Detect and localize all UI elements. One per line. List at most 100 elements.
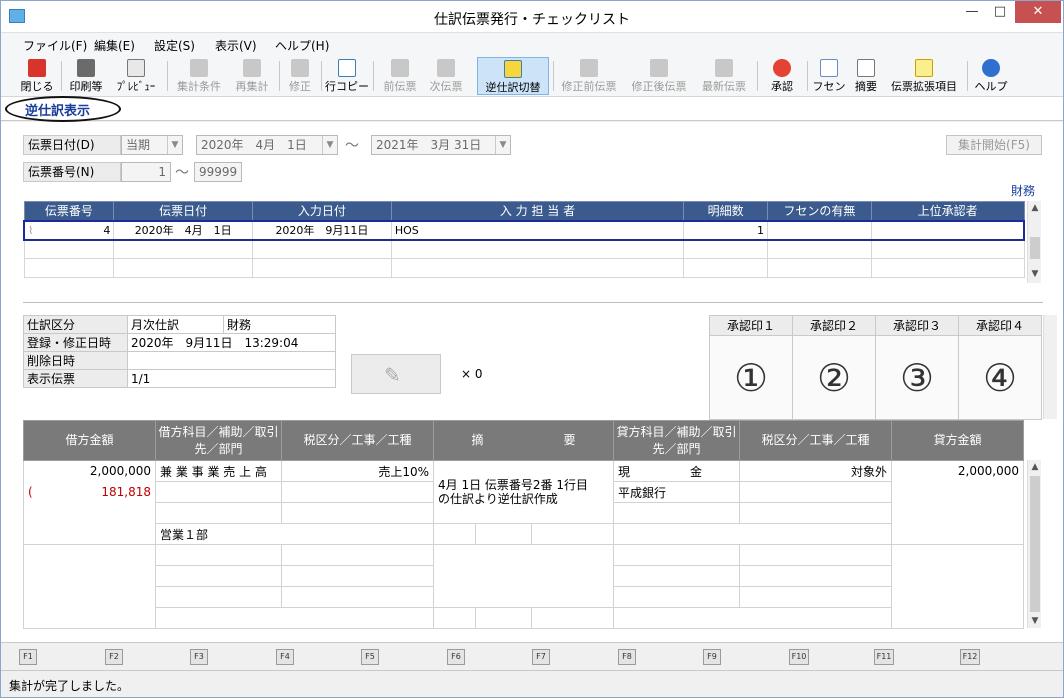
edit-button[interactable]: 修正: [283, 57, 317, 95]
stamp-slot-4[interactable]: ④: [958, 335, 1042, 420]
debit-account-header: 借方科目／補助／取引先／部門: [155, 420, 282, 461]
journal-row[interactable]: 2,000,000 兼 業 事 業 売 上 高 売上10% 4月 1日 伝票番号…: [23, 460, 1024, 524]
app-window: 仕訳伝票発行・チェックリスト — □ ✕ ファイル(F) 編集(E) 設定(S)…: [0, 0, 1064, 698]
clock-doc-icon: [650, 59, 668, 77]
table-row[interactable]: ⌇ 4 2020年 4月 1日 2020年 9月11日 HOS 1: [23, 219, 1025, 241]
summary-button[interactable]: 摘要: [849, 57, 883, 95]
credit-account-header: 貸方科目／補助／取引先／部門: [613, 420, 740, 461]
f9-key[interactable]: F9: [703, 649, 721, 665]
maximize-button[interactable]: □: [985, 1, 1015, 23]
column-header: 入 力 担 当 者: [390, 201, 685, 221]
toolbar-separator: [321, 61, 322, 91]
scroll-thumb[interactable]: [1030, 237, 1040, 259]
divider: [23, 302, 1043, 303]
close-icon: [28, 59, 46, 77]
reaggregate-button[interactable]: 再集計: [229, 57, 275, 95]
f11-key[interactable]: F11: [874, 649, 894, 665]
f2-key[interactable]: F2: [105, 649, 123, 665]
journal-table: 借方金額 借方科目／補助／取引先／部門 税区分／工事／工種 摘要 貸方科目／補助…: [23, 420, 1024, 629]
journal-row[interactable]: [23, 607, 1024, 629]
menu-file[interactable]: ファイル(F): [23, 37, 87, 54]
minimize-button[interactable]: —: [957, 1, 987, 23]
toolbar-separator: [967, 61, 968, 91]
scroll-down-icon[interactable]: ▼: [1028, 267, 1042, 281]
f3-key[interactable]: F3: [190, 649, 208, 665]
period-select[interactable]: 当期 ▼: [121, 135, 183, 155]
tab-reverse-entry[interactable]: 逆仕訳表示: [25, 100, 90, 119]
column-header: 上位承認者: [870, 201, 1025, 221]
menu-bar: ファイル(F) 編集(E) 設定(S) 表示(V) ヘルプ(H): [1, 33, 1063, 55]
number-from-field[interactable]: 1: [121, 162, 171, 182]
aggregate-condition-button[interactable]: 集計条件: [171, 57, 227, 95]
clock-doc-icon: [715, 59, 733, 77]
debit-amount-header: 借方金額: [23, 420, 156, 461]
journal-scrollbar[interactable]: ▲ ▼: [1027, 460, 1041, 628]
after-edit-slip-button[interactable]: 修正後伝票: [627, 57, 691, 95]
table-row[interactable]: [23, 258, 1025, 278]
list-scrollbar[interactable]: ▲ ▼: [1027, 201, 1041, 283]
f1-key[interactable]: F1: [19, 649, 37, 665]
stamp-scrollbar[interactable]: [1043, 315, 1057, 419]
menu-edit[interactable]: 編集(E): [94, 37, 135, 54]
speech-bubble-icon: [857, 59, 875, 77]
slip-number-label: 伝票番号(N): [23, 162, 121, 182]
journal-row[interactable]: [23, 586, 1024, 608]
f8-key[interactable]: F8: [618, 649, 636, 665]
menu-help[interactable]: ヘルプ(H): [275, 37, 329, 54]
table-row[interactable]: [23, 239, 1025, 259]
date-from-field[interactable]: 2020年 4月 1日 ▼: [196, 135, 338, 155]
input-person-cell: HOS: [390, 219, 685, 241]
f5-key[interactable]: F5: [361, 649, 379, 665]
help-button[interactable]: ヘルプ: [973, 57, 1009, 95]
before-edit-slip-button[interactable]: 修正前伝票: [557, 57, 621, 95]
f4-key[interactable]: F4: [276, 649, 294, 665]
stamp-slot-2[interactable]: ②: [792, 335, 876, 420]
entry-dept-value: 財務: [223, 315, 336, 334]
start-aggregate-button[interactable]: 集計開始(F5): [946, 135, 1042, 155]
number-to-field[interactable]: 99999: [194, 162, 242, 182]
toolbar: 閉じる 印刷等 ﾌﾟﾚﾋﾞｭｰ 集計条件 再集計 修正 行コピー 前伝票 次伝票…: [1, 55, 1063, 97]
f12-key[interactable]: F12: [960, 649, 980, 665]
scroll-down-icon[interactable]: ▼: [1028, 614, 1042, 628]
detail-count-cell: 1: [683, 219, 769, 241]
scroll-thumb[interactable]: [1030, 476, 1040, 612]
menu-view[interactable]: 表示(V): [215, 37, 257, 54]
dept-link[interactable]: 財務: [1011, 182, 1035, 199]
preview-button[interactable]: ﾌﾟﾚﾋﾞｭｰ: [111, 57, 161, 95]
tab-bar: 逆仕訳表示: [1, 96, 1063, 122]
prev-slip-button[interactable]: 前伝票: [379, 57, 421, 95]
slip-extension-button[interactable]: 伝票拡張項目: [887, 57, 961, 95]
latest-slip-button[interactable]: 最新伝票: [697, 57, 751, 95]
stamp-slot-3[interactable]: ③: [875, 335, 959, 420]
stamp-slot-1[interactable]: ①: [709, 335, 793, 420]
f7-key[interactable]: F7: [532, 649, 550, 665]
date-to-field[interactable]: 2021年 3月 31日 ▼: [371, 135, 511, 155]
slip-date-label: 伝票日付(D): [23, 135, 121, 155]
reverse-entry-switch-button[interactable]: 逆仕訳切替: [477, 57, 549, 95]
close-button[interactable]: 閉じる: [17, 57, 57, 95]
approval-stamps: 承認印１ 承認印２ 承認印３ 承認印４ ① ② ③ ④: [709, 315, 1042, 420]
fusen-button[interactable]: フセン: [811, 57, 847, 95]
row-copy-button[interactable]: 行コピー: [325, 57, 369, 95]
column-header: 入力日付: [252, 201, 392, 221]
attachment-button[interactable]: ✎: [351, 354, 441, 394]
close-window-button[interactable]: ✕: [1015, 1, 1061, 23]
menu-settings[interactable]: 設定(S): [154, 37, 195, 54]
debit-tax-amount-cell: (181,818: [23, 481, 156, 503]
entry-type-label: 仕訳区分: [23, 315, 128, 334]
print-button[interactable]: 印刷等: [65, 57, 107, 95]
toolbar-separator: [61, 61, 62, 91]
f10-key[interactable]: F10: [789, 649, 809, 665]
journal-row[interactable]: [23, 565, 1024, 587]
f6-key[interactable]: F6: [447, 649, 465, 665]
journal-row[interactable]: [23, 544, 1024, 566]
next-slip-button[interactable]: 次伝票: [425, 57, 467, 95]
debit-tax-class-cell: 売上10%: [281, 460, 434, 482]
toolbar-separator: [373, 61, 374, 91]
approve-button[interactable]: 承認: [761, 57, 803, 95]
scroll-up-icon[interactable]: ▲: [1028, 201, 1042, 215]
main-content: 伝票日付(D) 当期 ▼ 2020年 4月 1日 ▼ ～ 2021年 3月 31日 ▼…: [1, 122, 1063, 642]
journal-row[interactable]: 営業１部: [23, 523, 1024, 545]
scroll-up-icon[interactable]: ▲: [1028, 460, 1042, 474]
column-header: 明細数: [683, 201, 769, 221]
